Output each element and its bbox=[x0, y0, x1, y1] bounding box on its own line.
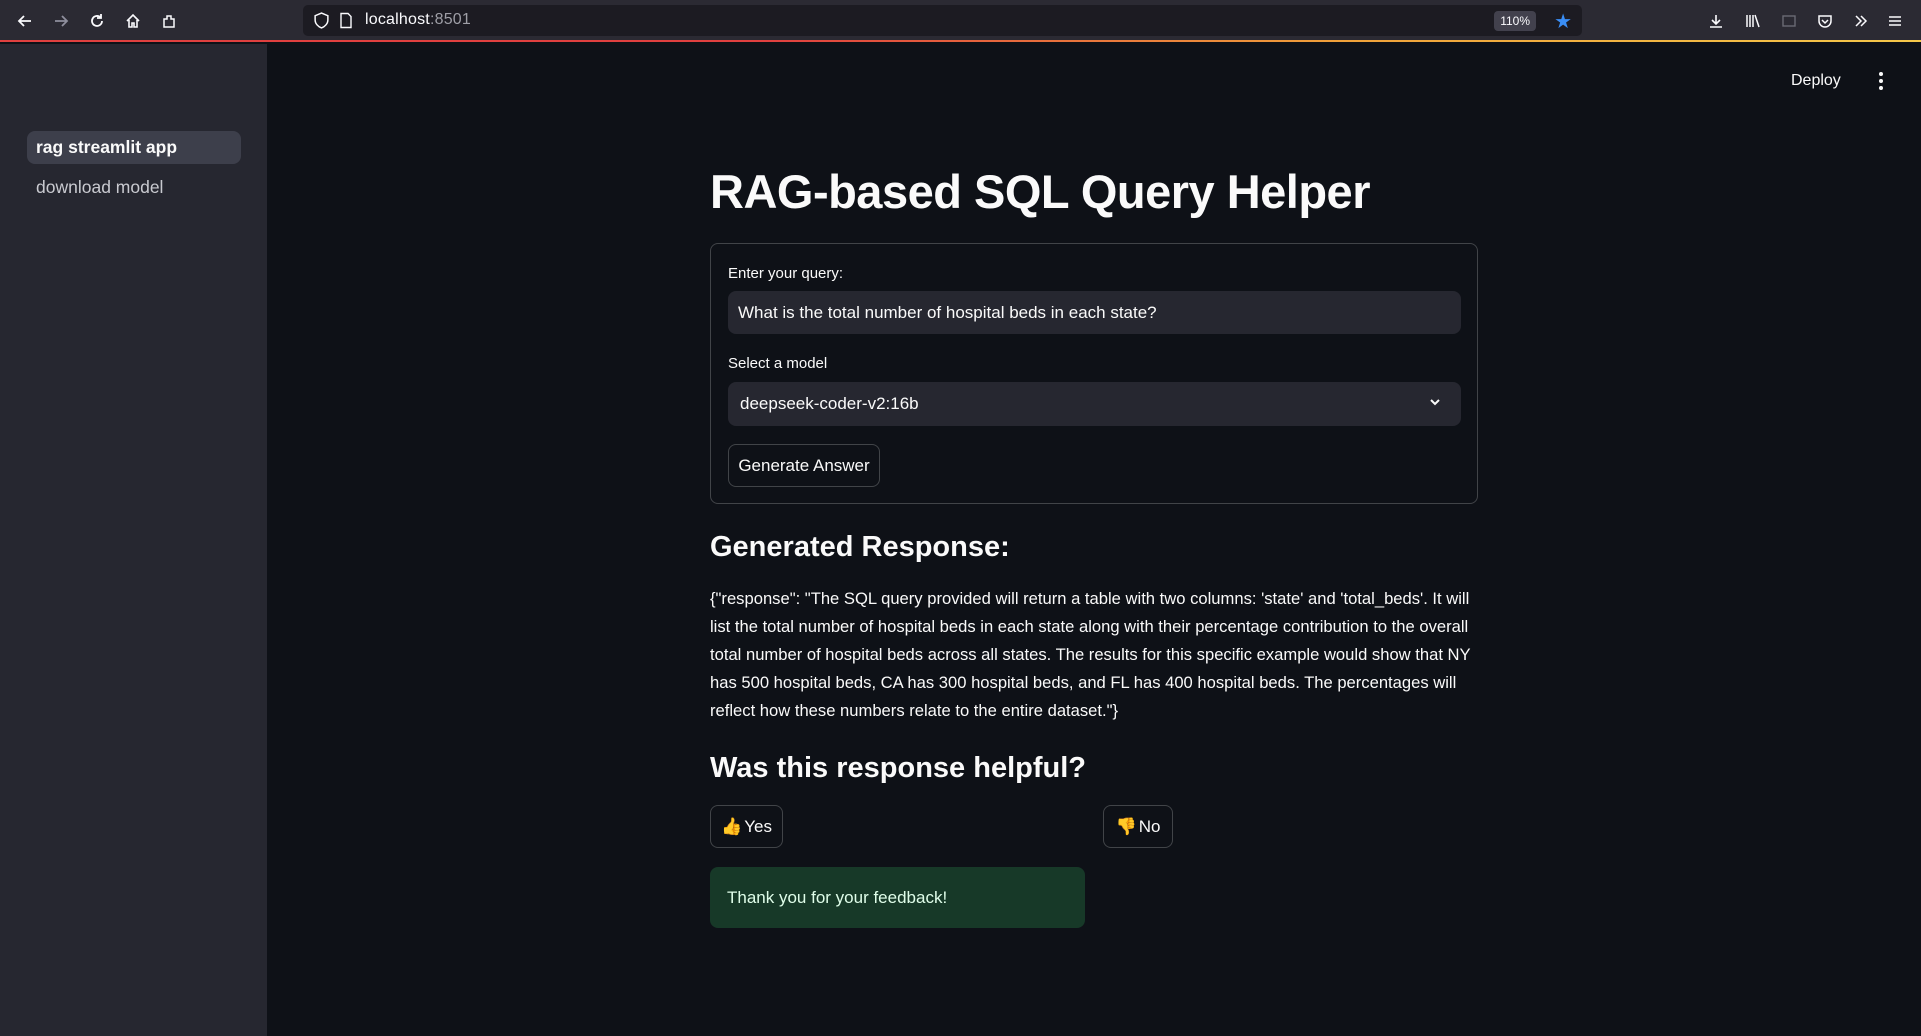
hamburger-menu-icon[interactable] bbox=[1883, 9, 1907, 33]
home-icon[interactable] bbox=[120, 8, 146, 34]
sidebar-item-rag-streamlit-app[interactable]: rag streamlit app bbox=[27, 131, 241, 164]
sidebar-item-download-model[interactable]: download model bbox=[27, 171, 241, 204]
url-text[interactable]: localhost:8501 bbox=[365, 11, 471, 29]
query-input[interactable] bbox=[728, 291, 1461, 334]
pocket-icon[interactable] bbox=[1813, 9, 1837, 33]
response-heading: Generated Response: bbox=[710, 531, 1010, 563]
thumbs-down-icon: 👎 bbox=[1115, 816, 1137, 837]
query-form: Enter your query: Select a model deepsee… bbox=[710, 243, 1478, 504]
forward-icon[interactable] bbox=[48, 8, 74, 34]
yes-label: Yes bbox=[744, 816, 772, 836]
generate-answer-button[interactable]: Generate Answer bbox=[728, 444, 880, 487]
feedback-heading: Was this response helpful? bbox=[710, 752, 1086, 784]
browser-toolbar: localhost:8501 110% ★ bbox=[0, 0, 1921, 42]
shield-icon[interactable] bbox=[313, 12, 330, 29]
response-text: {"response": "The SQL query provided wil… bbox=[710, 589, 1471, 720]
back-icon[interactable] bbox=[12, 8, 38, 34]
zoom-level[interactable]: 110% bbox=[1494, 11, 1536, 31]
model-select-value: deepseek-coder-v2:16b bbox=[740, 394, 919, 413]
reload-icon[interactable] bbox=[84, 8, 110, 34]
no-label: No bbox=[1138, 816, 1161, 836]
no-button[interactable]: 👎 No bbox=[1103, 805, 1173, 848]
sidebar: rag streamlit app download model bbox=[0, 44, 267, 1036]
deploy-button[interactable]: Deploy bbox=[1791, 68, 1841, 94]
extensions-icon[interactable] bbox=[156, 8, 182, 34]
page-icon bbox=[340, 12, 352, 29]
page-title: RAG-based SQL Query Helper bbox=[710, 165, 1371, 218]
model-label: Select a model bbox=[728, 355, 828, 372]
yes-button[interactable]: 👍 Yes bbox=[710, 805, 783, 848]
chevron-down-icon bbox=[1430, 399, 1440, 406]
overflow-chevrons-icon[interactable] bbox=[1849, 9, 1873, 33]
url-bar[interactable]: localhost:8501 110% ★ bbox=[303, 5, 1582, 36]
success-message: Thank you for your feedback! bbox=[710, 867, 1085, 928]
bookmark-star-icon[interactable]: ★ bbox=[1554, 9, 1572, 34]
library-icon[interactable] bbox=[1741, 9, 1765, 33]
main-menu-icon[interactable] bbox=[1874, 68, 1888, 94]
query-label: Enter your query: bbox=[728, 265, 844, 282]
sidebar-toggle-icon[interactable] bbox=[1777, 9, 1801, 33]
thumbs-up-icon: 👍 bbox=[721, 816, 743, 837]
download-icon[interactable] bbox=[1704, 9, 1728, 33]
model-select[interactable]: deepseek-coder-v2:16b bbox=[728, 382, 1461, 426]
